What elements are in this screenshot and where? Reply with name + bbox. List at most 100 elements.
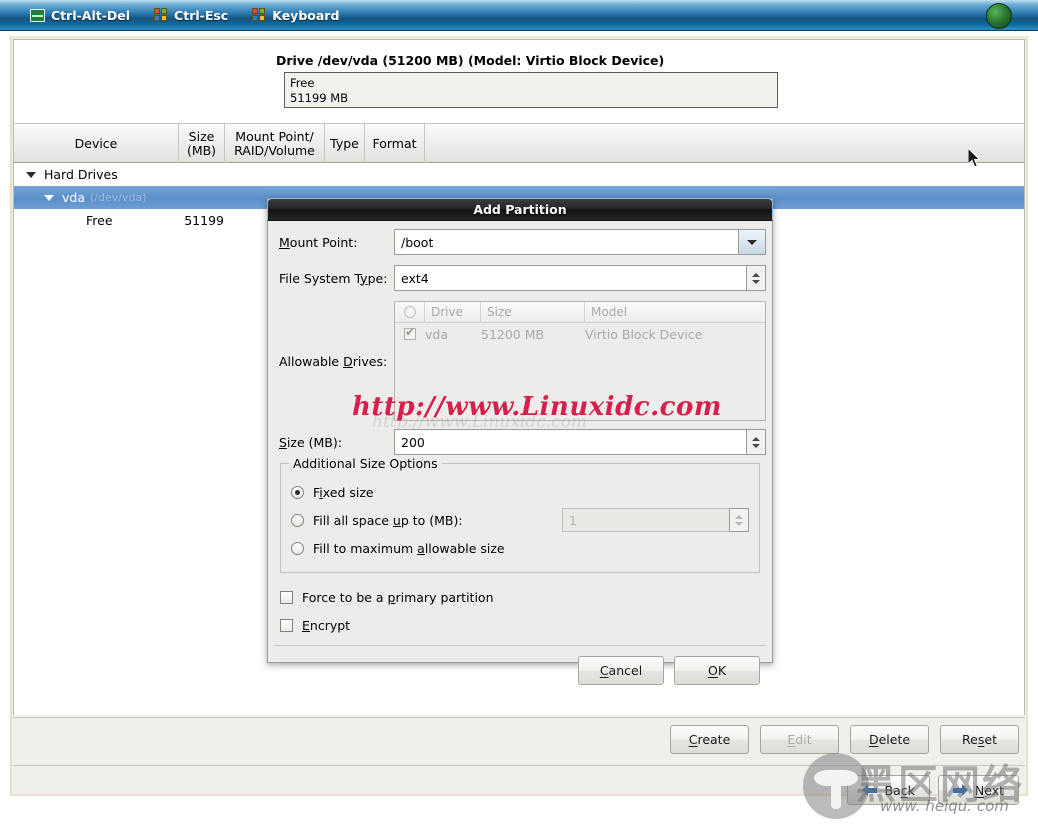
column-header-size-line2: (MB) bbox=[186, 142, 217, 158]
drive-checkbox[interactable] bbox=[404, 325, 416, 340]
drives-label-b: rives: bbox=[352, 353, 388, 369]
checkbox-icon[interactable] bbox=[280, 590, 293, 604]
reset-button[interactable]: Reset bbox=[940, 725, 1019, 754]
reset-button-label-pre: Re bbox=[962, 732, 978, 747]
checkbox-force-primary[interactable]: Force to be a primary partition bbox=[274, 583, 766, 611]
column-header-mount-point[interactable]: Mount Point/ RAID/Volume bbox=[225, 124, 325, 163]
mount-point-value: /boot bbox=[401, 234, 434, 250]
filesystem-type-label: File System Type: bbox=[274, 271, 394, 286]
radio-icon[interactable] bbox=[291, 541, 304, 555]
drive-summary-title: Drive /dev/vda (51200 MB) (Model: Virtio… bbox=[276, 53, 665, 68]
checkbox-encrypt[interactable]: Encrypt bbox=[274, 611, 766, 639]
allowable-drives-row: Allowable Drives: Drive Size Model vda bbox=[274, 301, 766, 421]
column-header-type[interactable]: Type bbox=[325, 124, 365, 163]
vnc-button-ctrl-alt-del[interactable]: Ctrl-Alt-Del bbox=[18, 0, 142, 31]
back-button[interactable]: BBack bbox=[847, 775, 930, 805]
add-partition-dialog: Add Partition Mount Point: /boot File Sy… bbox=[267, 198, 773, 685]
spinner-up-icon[interactable] bbox=[735, 514, 743, 519]
back-button-label-rest: ack bbox=[893, 782, 915, 798]
accel: M bbox=[279, 234, 290, 250]
table-row-hard-drives[interactable]: Hard Drives bbox=[14, 163, 1024, 186]
radio-fill-max-size[interactable]: Fill to maximum allowable size bbox=[291, 534, 749, 562]
table-row-drive-vda[interactable]: vda 51200 MB Virtio Block Device bbox=[395, 323, 765, 345]
size-value: 200 bbox=[401, 434, 425, 450]
device-label: Free bbox=[86, 213, 113, 228]
accel: a bbox=[417, 540, 425, 556]
chevron-down-icon[interactable] bbox=[26, 169, 37, 180]
vnc-toolbar: Ctrl-Alt-Del Ctrl-Esc Keyboard bbox=[0, 0, 1038, 31]
drive-summary: Drive /dev/vda (51200 MB) (Model: Virtio… bbox=[14, 40, 1024, 122]
column-header-drive[interactable]: Drive bbox=[425, 301, 481, 323]
create-button[interactable]: Create bbox=[670, 725, 749, 754]
opt1-a: Fill all space bbox=[313, 512, 393, 528]
device-table-header: Device Size (MB) Mount Point/ RAID/Volum… bbox=[14, 123, 1024, 163]
opt0-b: xed size bbox=[322, 484, 374, 500]
chevron-down-icon[interactable] bbox=[44, 192, 55, 203]
column-header-mount-line2: RAID/Volume bbox=[234, 142, 315, 158]
column-header-mount-line1: Mount Point/ bbox=[235, 128, 314, 144]
create-button-label-rest: reate bbox=[697, 732, 731, 747]
accel: O bbox=[707, 663, 718, 678]
accel: S bbox=[279, 434, 287, 450]
column-header-size-line1: Size bbox=[188, 128, 215, 144]
mount-point-input[interactable]: /boot bbox=[394, 229, 739, 255]
drive-free-segment[interactable]: Free 51199 MB bbox=[284, 72, 778, 108]
divider bbox=[13, 717, 1025, 718]
next-button[interactable]: Next bbox=[937, 775, 1019, 805]
radio-fixed-size[interactable]: Fixed size bbox=[291, 478, 749, 506]
column-header-size[interactable]: Size bbox=[481, 301, 585, 323]
vnc-button-keyboard[interactable]: Keyboard bbox=[240, 0, 351, 31]
cancel-button[interactable]: Cancel bbox=[578, 656, 664, 685]
segment-size: 51199 MB bbox=[290, 91, 349, 105]
allowable-drives-table[interactable]: Drive Size Model vda 51200 MB Virtio Blo… bbox=[394, 301, 766, 421]
spinner-up-icon[interactable] bbox=[752, 436, 760, 441]
spinner-up-icon[interactable] bbox=[752, 272, 760, 277]
windows-flag-icon bbox=[154, 8, 168, 22]
radio-icon[interactable] bbox=[291, 485, 304, 499]
fill-all-space-spinner[interactable] bbox=[729, 508, 749, 532]
delete-button-label-rest: elete bbox=[878, 732, 911, 747]
accel: y bbox=[360, 270, 368, 286]
accel: u bbox=[392, 512, 401, 528]
checkbox-icon[interactable] bbox=[280, 618, 293, 632]
fs-label-a: File System T bbox=[279, 270, 361, 286]
radio-fill-all-space[interactable]: Fill all space up to (MB): 1 bbox=[291, 506, 749, 534]
accel: E bbox=[302, 617, 310, 633]
spinner-down-icon[interactable] bbox=[752, 279, 760, 284]
mount-point-label-rest: ount Point: bbox=[289, 234, 358, 250]
divider bbox=[13, 765, 1025, 766]
column-header-device[interactable]: Device bbox=[14, 124, 179, 163]
select-all-header[interactable] bbox=[395, 301, 425, 323]
green-orb-icon[interactable] bbox=[986, 3, 1012, 29]
back-button-label-pre: B bbox=[884, 782, 894, 798]
spinner-down-icon[interactable] bbox=[735, 521, 743, 526]
accel: N bbox=[974, 782, 985, 798]
filesystem-type-value: ext4 bbox=[401, 270, 429, 286]
reset-button-label-rest: et bbox=[984, 732, 997, 747]
partition-action-bar: Create Edit Delete Reset bbox=[13, 717, 1025, 763]
ok-button[interactable]: OK bbox=[674, 656, 760, 685]
additional-size-options-legend: Additional Size Options bbox=[289, 456, 442, 471]
cb1-b: ncrypt bbox=[309, 617, 351, 633]
vnc-button-ctrl-esc[interactable]: Ctrl-Esc bbox=[142, 0, 240, 31]
size-spinner[interactable] bbox=[746, 429, 766, 455]
fill-all-space-input[interactable]: 1 bbox=[562, 508, 730, 532]
radio-icon bbox=[403, 306, 416, 318]
radio-icon[interactable] bbox=[291, 513, 304, 527]
size-row: Size (MB): 200 bbox=[274, 429, 766, 455]
delete-button[interactable]: Delete bbox=[850, 725, 929, 754]
opt1-b: p to (MB): bbox=[400, 512, 463, 528]
mount-point-dropdown-button[interactable] bbox=[738, 229, 766, 255]
column-header-size[interactable]: Size (MB) bbox=[179, 124, 225, 163]
arrow-left-icon bbox=[862, 784, 878, 796]
filesystem-type-combo[interactable]: ext4 bbox=[394, 265, 747, 291]
opt2-a: Fill to maximum bbox=[313, 540, 418, 556]
arrow-right-icon bbox=[952, 784, 968, 796]
spinner-updown-icon[interactable] bbox=[746, 265, 766, 291]
spinner-down-icon[interactable] bbox=[752, 443, 760, 448]
column-header-model[interactable]: Model bbox=[585, 302, 765, 323]
size-input[interactable]: 200 bbox=[394, 429, 747, 455]
column-header-format[interactable]: Format bbox=[365, 124, 425, 163]
device-size: 51199 bbox=[184, 213, 224, 228]
edit-button[interactable]: Edit bbox=[760, 725, 839, 754]
